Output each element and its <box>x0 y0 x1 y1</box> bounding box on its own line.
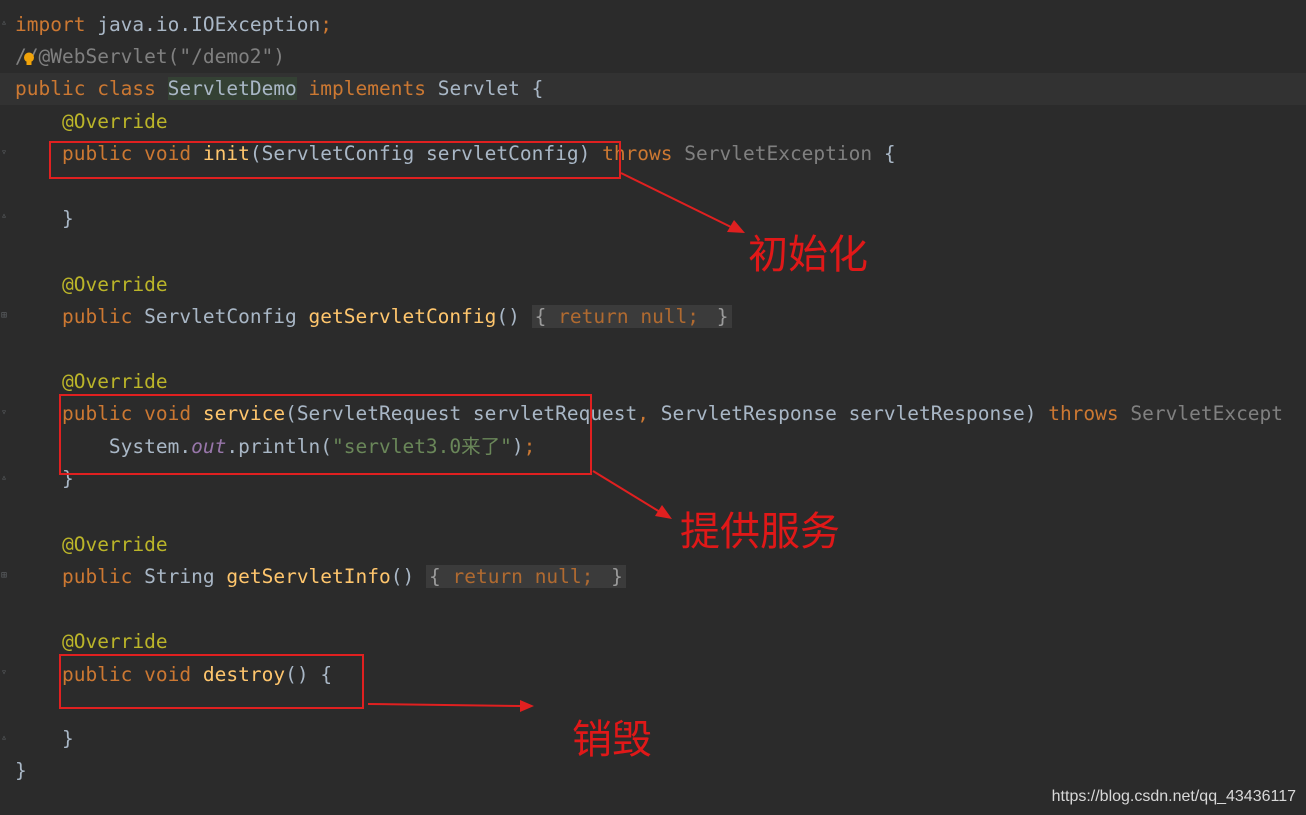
init-arrow-line <box>620 172 734 229</box>
service-label: 提供服务 <box>680 509 840 555</box>
destroy-arrow-head-icon <box>520 700 534 712</box>
watermark: https://blog.csdn.net/qq_43436117 <box>1051 788 1296 805</box>
init-label: 初始化 <box>748 232 868 278</box>
destroy-arrow-line <box>367 703 521 707</box>
markup-arrows <box>367 172 745 712</box>
destroy-label: 销毁 <box>572 717 652 763</box>
service-arrow-line <box>592 470 661 513</box>
service-arrow-head-icon <box>655 505 672 519</box>
